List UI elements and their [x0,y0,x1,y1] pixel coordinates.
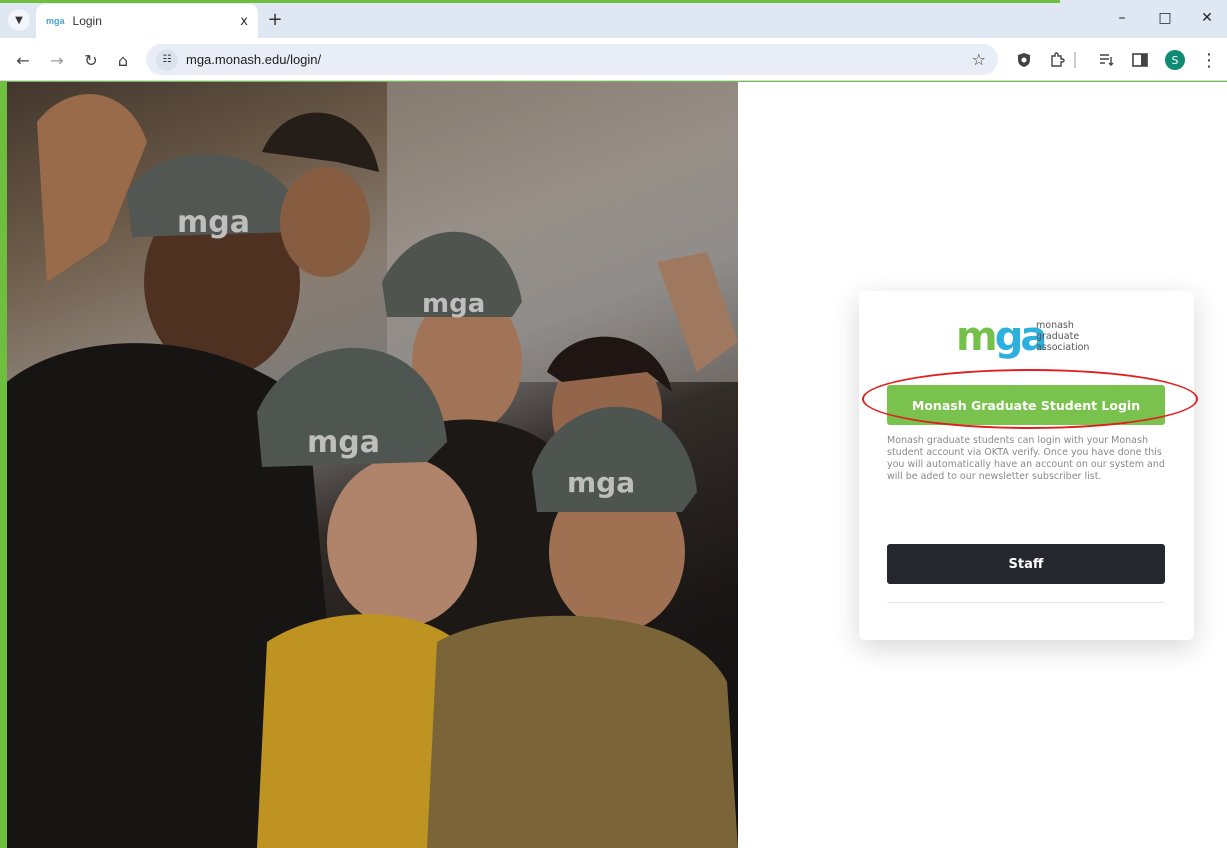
logo-mark: mga [956,314,1047,360]
hero-photo: mga mga mga mga [7,82,738,848]
new-tab-button[interactable]: + [264,8,286,30]
close-icon[interactable]: x [240,14,248,29]
tab-bar: ▼ mga Login x + – □ ✕ [0,0,1227,38]
minimize-button[interactable]: – [1112,8,1132,28]
browser-toolbar: ← → ↻ ⌂ ☷ mga.monash.edu/login/ ☆ S ⋮ [0,38,1227,81]
kebab-menu-icon[interactable]: ⋮ [1198,49,1220,71]
tab-login[interactable]: mga Login x [36,4,258,38]
tab-title: Login [72,14,102,28]
chevron-down-icon[interactable]: ▼ [8,9,30,31]
favicon: mga [46,16,65,26]
group-photo-illustration: mga mga mga mga [7,82,738,848]
home-icon[interactable]: ⌂ [112,49,134,71]
profile-avatar[interactable]: S [1165,50,1185,70]
address-bar[interactable]: ☷ mga.monash.edu/login/ ☆ [146,44,998,75]
forward-icon[interactable]: → [46,49,68,71]
monash-graduate-student-login-button[interactable]: Monash Graduate Student Login [887,385,1165,425]
reload-icon[interactable]: ↻ [80,49,102,71]
reading-list-icon[interactable] [1096,49,1118,71]
shield-icon[interactable] [1013,49,1035,71]
window-border [0,0,1060,3]
side-panel-icon[interactable] [1129,49,1151,71]
login-description: Monash graduate students can login with … [887,435,1165,482]
site-info-icon[interactable]: ☷ [156,48,178,71]
card-divider [887,602,1165,603]
mga-logo: mga monash graduate association [956,317,1116,365]
puzzle-icon[interactable] [1046,49,1068,71]
url-text[interactable]: mga.monash.edu/login/ [186,52,972,67]
login-page: mga mga mga mga mga monash graduate asso… [7,82,1227,848]
toolbar-divider [1074,52,1076,68]
back-icon[interactable]: ← [12,49,34,71]
login-card: mga monash graduate association Monash G… [859,291,1198,640]
staff-login-button[interactable]: Staff [887,544,1165,584]
bookmark-star-icon[interactable]: ☆ [972,50,986,69]
close-window-button[interactable]: ✕ [1197,8,1217,28]
logo-wordmark: monash graduate association [1036,320,1090,353]
maximize-button[interactable]: □ [1155,8,1175,28]
